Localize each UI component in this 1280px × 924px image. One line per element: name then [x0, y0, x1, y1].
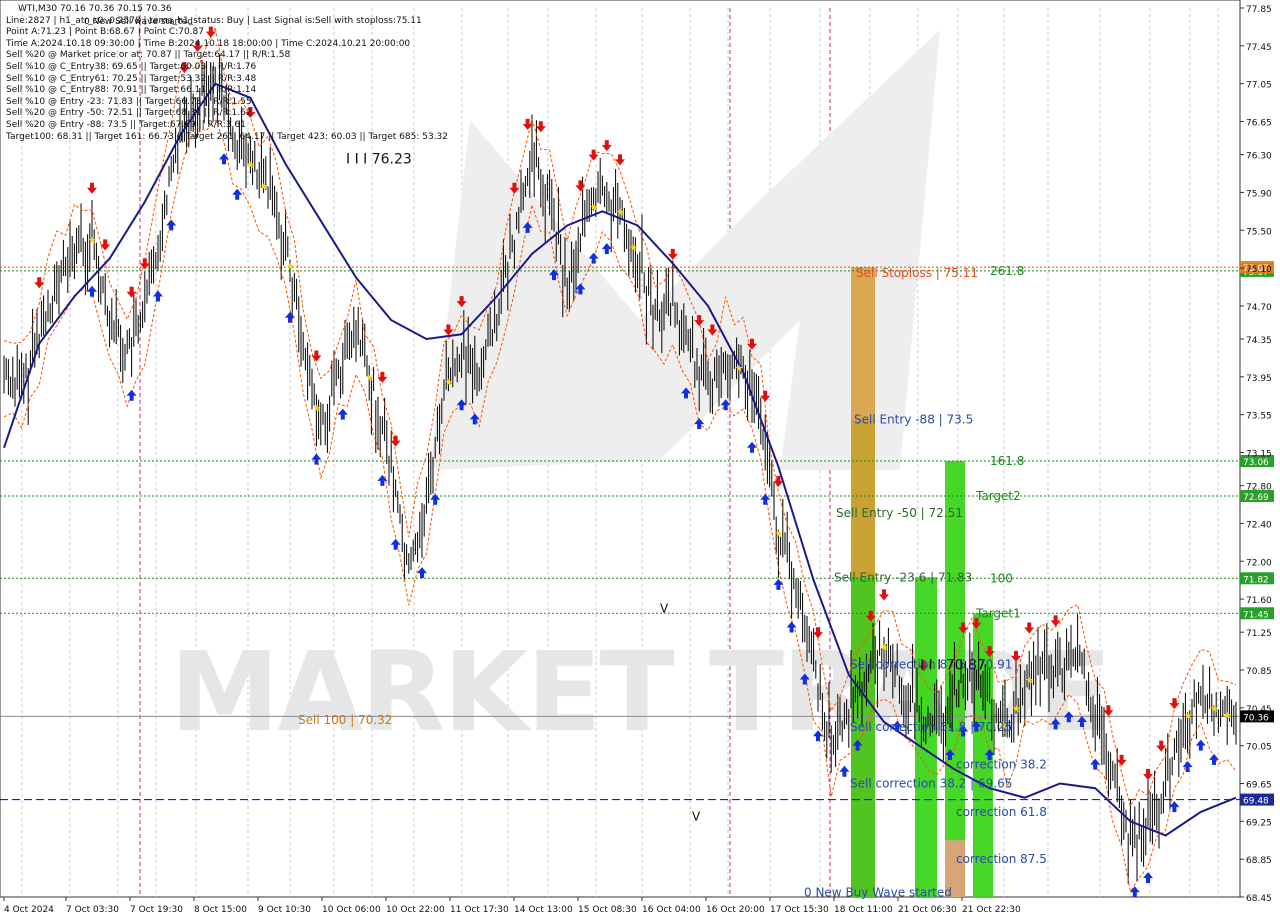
signal-star-icon: ★	[880, 642, 889, 653]
y-tick-label: 71.60	[1246, 596, 1272, 606]
x-tick-label: 21 Oct 22:30	[962, 905, 1021, 915]
signal-star-icon: ★	[312, 404, 321, 415]
signal-star-icon: ★	[246, 160, 255, 171]
y-tick-label: 73.15	[1246, 450, 1272, 460]
chart-annotation: 0 New Buy Wave started	[804, 885, 952, 899]
x-tick-label: 4 Oct 2024	[4, 905, 54, 915]
chart-annotation: correction 61.8	[956, 805, 1047, 819]
price-badge-label: 71.82	[1243, 575, 1269, 585]
y-tick-label: 77.45	[1246, 43, 1272, 53]
level-label: 261.8	[990, 264, 1024, 278]
signal-star-icon: ★	[1223, 710, 1232, 721]
x-tick-label: 9 Oct 10:30	[258, 905, 311, 915]
y-tick-label: 76.30	[1246, 152, 1272, 162]
x-tick-label: 8 Oct 15:00	[194, 905, 247, 915]
chart-annotation: correction 87.5	[956, 852, 1047, 866]
x-tick-label: 15 Oct 08:30	[578, 905, 637, 915]
signal-star-icon: ★	[616, 207, 625, 218]
chart-annotation: Sell correction 38.2 | 69.65	[850, 777, 1012, 791]
signal-star-icon: ★	[590, 203, 599, 214]
y-tick-label: 72.80	[1246, 483, 1272, 493]
chart-area: MARKET TRADE75.07261.873.06161.872.69Tar…	[0, 0, 1280, 920]
x-tick-label: 17 Oct 15:30	[770, 905, 829, 915]
signal-star-icon: ★	[286, 262, 295, 273]
entry-bar	[945, 461, 965, 897]
y-tick-label: 72.40	[1246, 520, 1272, 530]
y-tick-label: 75.90	[1246, 189, 1272, 199]
y-tick-label: 75.10	[1246, 265, 1272, 275]
signal-star-icon: ★	[1012, 704, 1021, 715]
chart-annotation: correction 38.2	[956, 758, 1047, 772]
price-chart: MARKET TRADE75.07261.873.06161.872.69Tar…	[0, 0, 1280, 920]
chart-annotation: Sell Entry -50 | 72.51	[836, 506, 963, 520]
chart-annotation: V	[692, 810, 701, 824]
chart-annotation: Sell Entry -23.6 | 71.83	[834, 570, 972, 584]
y-tick-label: 74.70	[1246, 303, 1272, 313]
x-tick-label: 16 Oct 04:00	[642, 905, 701, 915]
x-tick-label: 10 Oct 22:00	[386, 905, 445, 915]
level-label: 100	[990, 571, 1013, 585]
y-tick-label: 74.35	[1246, 336, 1272, 346]
level-label: Target2	[975, 489, 1021, 503]
y-tick-label: 70.85	[1246, 667, 1272, 677]
entry-bar	[851, 577, 875, 897]
signal-star-icon: ★	[1210, 704, 1219, 715]
signal-star-icon: ★	[735, 363, 744, 374]
signal-star-icon: ★	[444, 378, 453, 389]
signal-star-icon: ★	[260, 181, 269, 192]
signal-star-icon: ★	[1184, 711, 1193, 722]
y-tick-label: 77.05	[1246, 81, 1272, 91]
x-tick-label: 7 Oct 19:30	[130, 905, 183, 915]
y-tick-label: 75.50	[1246, 227, 1272, 237]
y-tick-label: 70.45	[1246, 705, 1272, 715]
price-badge-label: 69.48	[1243, 797, 1269, 807]
current-price-label: 70.36	[1243, 713, 1269, 723]
watermark-text: MARKET TRADE	[170, 628, 1110, 756]
y-tick-label: 73.55	[1246, 412, 1272, 422]
chart-annotation: I I I 70.87	[920, 657, 986, 673]
x-tick-label: 11 Oct 17:30	[450, 905, 509, 915]
x-tick-label: 14 Oct 13:00	[514, 905, 573, 915]
signal-star-icon: ★	[1025, 675, 1034, 686]
y-tick-label: 70.05	[1246, 743, 1272, 753]
y-tick-label: 77.85	[1246, 5, 1272, 15]
y-tick-label: 69.25	[1246, 818, 1272, 828]
y-tick-label: 69.65	[1246, 781, 1272, 791]
x-tick-label: 18 Oct 11:00	[834, 905, 893, 915]
chart-annotation: V	[660, 602, 669, 616]
level-label: 161.8	[990, 454, 1024, 468]
stoploss-label: Sell Stoploss | 75.11	[856, 266, 978, 280]
price-badge-label: 73.06	[1243, 458, 1269, 468]
x-tick-label: 16 Oct 20:00	[706, 905, 765, 915]
y-tick-label: 71.25	[1246, 629, 1272, 639]
signal-star-icon: ★	[774, 529, 783, 540]
price-badge-label: 72.69	[1243, 493, 1269, 503]
signal-star-icon: ★	[365, 373, 374, 384]
chart-annotation: Sell Entry -88 | 73.5	[854, 412, 973, 426]
y-tick-label: 68.45	[1246, 894, 1272, 904]
y-tick-label: 72.00	[1246, 558, 1272, 568]
price-badge-label: 71.45	[1243, 610, 1269, 620]
level-label: Target1	[975, 606, 1021, 620]
x-tick-label: 21 Oct 06:30	[898, 905, 957, 915]
chart-annotation: Sell correction 61.8 | 70.25	[850, 720, 1012, 734]
x-tick-label: 7 Oct 03:30	[66, 905, 119, 915]
chart-annotation: I I I 76.23	[346, 151, 412, 167]
signal-star-icon: ★	[629, 243, 638, 254]
signal-star-icon: ★	[88, 236, 97, 247]
y-tick-label: 73.95	[1246, 374, 1272, 384]
y-tick-label: 76.65	[1246, 118, 1272, 128]
x-tick-label: 10 Oct 06:00	[322, 905, 381, 915]
chart-annotation: Sell 100 | 70.32	[298, 713, 392, 727]
y-tick-label: 68.85	[1246, 856, 1272, 866]
